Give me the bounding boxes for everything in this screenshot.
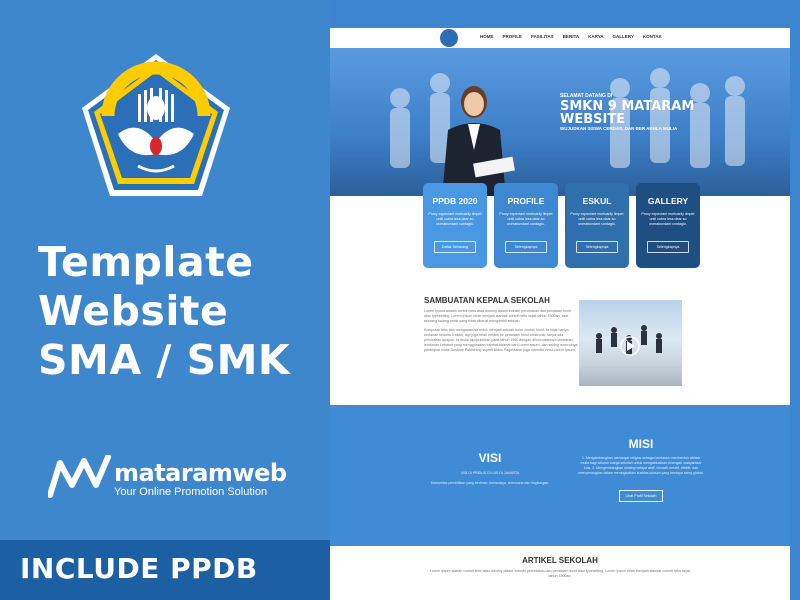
selengkapnya-button[interactable]: Selengkapnya — [505, 241, 547, 253]
card-text: Proxy expectant mortuarily limpet until … — [641, 212, 695, 226]
promo-title-line: SMA / SMK — [38, 336, 291, 384]
daftar-sekarang-button[interactable]: Daftar Sekarang — [434, 241, 476, 253]
sambutan-paragraph: Lorem Ipsum adalah contoh teks atau dumm… — [424, 309, 572, 323]
nav-item-fasilitas[interactable]: FASILITAS — [531, 34, 554, 39]
card-ppdb: PPDB 2020 Proxy expectant mortuarily lim… — [423, 183, 487, 268]
mataramweb-logo-icon — [48, 455, 111, 498]
misi-heading: MISI — [628, 437, 654, 451]
include-ppdb-banner: INCLUDE PPDB — [0, 540, 330, 600]
school-logo-icon[interactable] — [440, 29, 458, 47]
teacher-photo — [442, 86, 515, 196]
hero-title-line: WEBSITE — [560, 112, 626, 127]
card-title: ESKUL — [582, 196, 612, 206]
card-title: PPDB 2020 — [432, 196, 478, 206]
promo-title: Template Website SMA / SMK — [38, 238, 290, 385]
nav-links: HOME PROFILE FASILITAS BERITA KARYA GALL… — [480, 34, 662, 39]
nav-item-kontak[interactable]: KONTAK — [643, 34, 662, 39]
nav-item-home[interactable]: HOME — [480, 34, 494, 39]
hero-banner: SELAMAT DATANG DI SMKN 9 MATARAM WEBSITE… — [330, 48, 790, 196]
nav-item-karya[interactable]: KARYA — [588, 34, 603, 39]
card-title: GALLERY — [647, 196, 689, 206]
selengkapnya-button[interactable]: Selengkapnya — [647, 241, 689, 253]
artikel-text: Lorem ipsum adalah contoh teks atau dumm… — [429, 569, 691, 578]
card-title: PROFILE — [507, 196, 545, 206]
site-navbar: HOME PROFILE FASILITAS BERITA KARYA GALL… — [330, 28, 790, 48]
lihat-profil-button[interactable]: Lihat Profil Sekolah — [618, 490, 664, 502]
nav-item-gallery[interactable]: GALLERY — [613, 34, 634, 39]
misi-block: MISI 1. Mengembangkan semangat religius … — [578, 437, 704, 502]
card-gallery: GALLERY Proxy expectant mortuarily limpe… — [636, 183, 700, 268]
brand-tagline: Your Online Promotion Solution — [114, 486, 268, 498]
include-ppdb-label: INCLUDE PPDB — [20, 552, 258, 585]
promo-panel: Template Website SMA / SMK mataramweb Yo… — [0, 0, 330, 600]
nav-item-profile[interactable]: PROFILE — [503, 34, 523, 39]
tut-wuri-handayani-logo — [78, 50, 234, 200]
sambutan-paragraph: Kumpulan teks dan mengacaknya untuk menj… — [424, 328, 578, 352]
visi-heading: VISI — [478, 451, 502, 465]
sambutan-heading: SAMBUATAN KEPALA SEKOLAH — [424, 296, 550, 305]
card-text: Proxy expectant mortuarily limpet until … — [428, 212, 482, 226]
card-text: Proxy expectant mortuarily limpet until … — [570, 212, 624, 226]
brand-name: mataramweb — [114, 459, 287, 487]
misi-text: 1. Mengembangkan semangat religius sebag… — [578, 456, 704, 475]
artikel-section: ARTIKEL SEKOLAH Lorem ipsum adalah conto… — [330, 556, 790, 579]
sambutan-section: SAMBUATAN KEPALA SEKOLAH Lorem Ipsum ada… — [424, 296, 579, 353]
card-eskul: ESKUL Proxy expectant mortuarily limpet … — [565, 183, 629, 268]
hero-title: SMKN 9 MATARAM WEBSITE — [560, 100, 694, 126]
promo-title-line: Website — [38, 287, 229, 335]
selengkapnya-button[interactable]: Selengkapnya — [576, 241, 618, 253]
artikel-heading: ARTIKEL SEKOLAH — [522, 556, 598, 565]
hero-subtitle: WUJUDKAN SISWA CERDAS, DAN BER AKHLA MUL… — [560, 126, 678, 131]
visi-text: Komunitas pendidikan yang beriman, berbu… — [430, 481, 550, 485]
website-mockup: HOME PROFILE FASILITAS BERITA KARYA GALL… — [330, 28, 790, 600]
visi-misi-section: VISI VISI DI PRIDUS DI LUS DI JAKARTA Ko… — [330, 405, 790, 546]
card-text: Proxy expectant mortuarily limpet until … — [499, 212, 553, 226]
card-profile: PROFILE Proxy expectant mortuarily limpe… — [494, 183, 558, 268]
nav-item-berita[interactable]: BERITA — [563, 34, 579, 39]
visi-subheading: VISI DI PRIDUS DI LUS DI JAKARTA — [460, 471, 520, 475]
students-jumping-photo — [579, 300, 682, 386]
visi-block: VISI VISI DI PRIDUS DI LUS DI JAKARTA Ko… — [380, 451, 600, 486]
feature-cards: PPDB 2020 Proxy expectant mortuarily lim… — [423, 183, 700, 268]
promo-title-line: Template — [38, 238, 254, 286]
